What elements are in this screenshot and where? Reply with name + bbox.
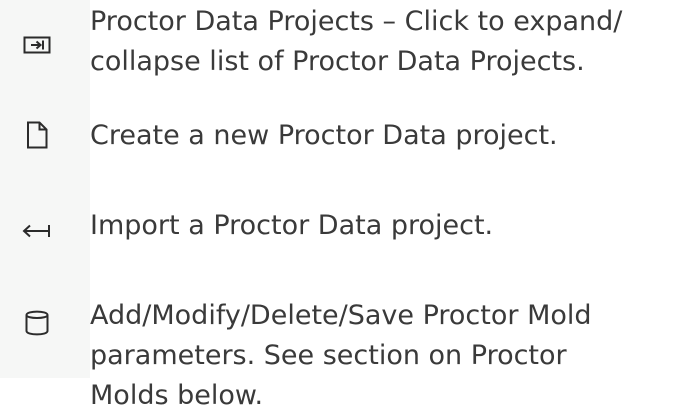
legend-item-description: Add/Modify/Delete/Save Proctor Mold para…: [90, 296, 670, 416]
description-line: Create a new Proctor Data project.: [90, 120, 558, 151]
description-line: Molds below.: [90, 380, 264, 411]
description-line: Add/Modify/Delete/Save Proctor Mold: [90, 300, 592, 331]
import-arrow-icon: [22, 214, 52, 248]
legend-item-description: Create a new Proctor Data project.: [90, 116, 670, 156]
new-file-icon: [22, 118, 52, 152]
legend-item-description: Proctor Data Projects – Click to expand/…: [90, 2, 670, 82]
description-line: Proctor Data Projects – Click to expand/: [90, 6, 623, 37]
database-cylinder-icon: [22, 306, 52, 340]
description-line: collapse list of Proctor Data Projects.: [90, 46, 585, 77]
expand-collapse-icon: [22, 28, 52, 62]
description-line: parameters. See section on Proctor: [90, 340, 567, 371]
description-line: Import a Proctor Data project.: [90, 210, 494, 241]
legend-item-description: Import a Proctor Data project.: [90, 206, 670, 246]
